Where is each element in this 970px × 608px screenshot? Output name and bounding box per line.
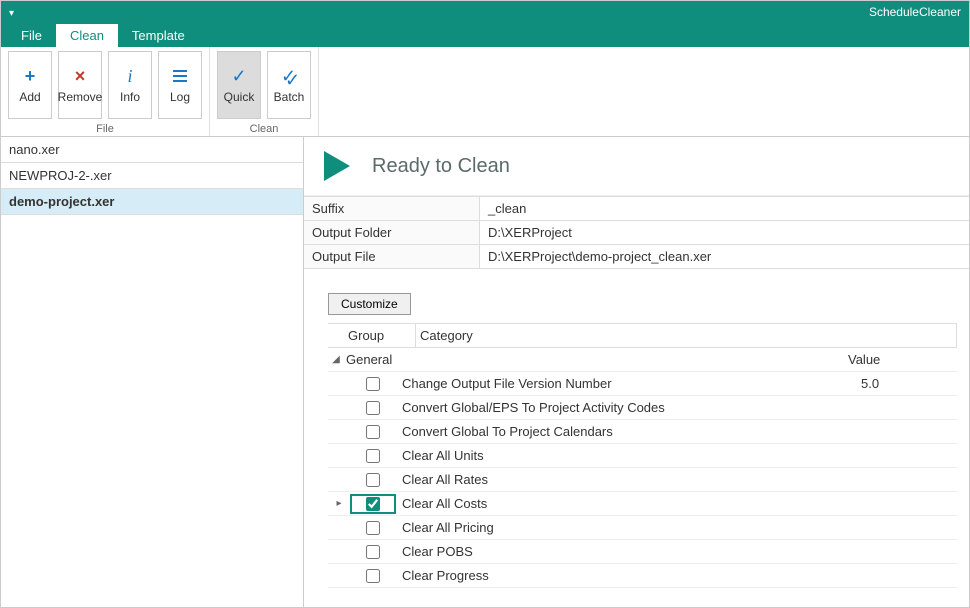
option-checkbox[interactable]: [366, 425, 380, 439]
option-checkbox[interactable]: [366, 545, 380, 559]
option-label: Clear All Rates: [396, 472, 857, 487]
prop-suffix-label: Suffix: [304, 197, 480, 220]
grid-value-header: Value: [844, 352, 944, 367]
check-icon: ✓: [229, 66, 249, 86]
prop-output-file-value[interactable]: D:\XERProject\demo-project_clean.xer: [480, 245, 969, 268]
grid-group-general[interactable]: ◢ General Value: [328, 348, 957, 372]
option-checkbox[interactable]: [366, 449, 380, 463]
ribbon-group-file-label: File: [96, 121, 114, 137]
option-label: Change Output File Version Number: [396, 376, 857, 391]
grid-row[interactable]: Clear Progress: [328, 564, 957, 588]
grid-header-category: Category: [416, 324, 957, 347]
file-item-demo[interactable]: demo-project.xer: [1, 189, 303, 215]
option-label: Clear Progress: [396, 568, 857, 583]
file-item-newproj[interactable]: NEWPROJ-2-.xer: [1, 163, 303, 189]
ribbon-group-file: + Add × Remove i Info Log File: [1, 47, 210, 136]
grid-group-general-label: General: [344, 352, 844, 367]
checkbox-wrap: [350, 425, 396, 439]
qat-dropdown-icon[interactable]: [9, 5, 14, 19]
prop-output-file-label: Output File: [304, 245, 480, 268]
expand-icon[interactable]: ▸: [328, 498, 350, 509]
batch-button-label: Batch: [274, 90, 305, 104]
remove-button[interactable]: × Remove: [58, 51, 102, 119]
checkbox-wrap: [350, 473, 396, 487]
batch-button[interactable]: ✓ ✓ Batch: [267, 51, 311, 119]
info-button-label: Info: [120, 90, 140, 104]
play-icon[interactable]: [320, 149, 354, 183]
grid-row[interactable]: Clear POBS: [328, 540, 957, 564]
prop-suffix-value[interactable]: _clean: [480, 197, 969, 220]
option-label: Clear All Units: [396, 448, 857, 463]
grid-row[interactable]: Convert Global/EPS To Project Activity C…: [328, 396, 957, 420]
option-checkbox[interactable]: [366, 377, 380, 391]
log-button-label: Log: [170, 90, 190, 104]
remove-button-label: Remove: [58, 90, 103, 104]
prop-output-file: Output File D:\XERProject\demo-project_c…: [304, 245, 969, 269]
option-checkbox[interactable]: [366, 569, 380, 583]
option-label: Clear POBS: [396, 544, 857, 559]
log-icon: [170, 66, 190, 86]
option-label: Convert Global To Project Calendars: [396, 424, 857, 439]
checkbox-wrap: [350, 494, 396, 514]
option-checkbox[interactable]: [366, 521, 380, 535]
grid-row[interactable]: Clear All Pricing: [328, 516, 957, 540]
grid-row[interactable]: ▸ Clear All Costs: [328, 492, 957, 516]
checkbox-wrap: [350, 521, 396, 535]
grid-row[interactable]: Change Output File Version Number5.0: [328, 372, 957, 396]
checkbox-wrap: [350, 401, 396, 415]
prop-output-folder-label: Output Folder: [304, 221, 480, 244]
grid-header-group: Group: [344, 324, 416, 347]
tab-template[interactable]: Template: [118, 24, 199, 47]
option-label: Convert Global/EPS To Project Activity C…: [396, 400, 857, 415]
option-checkbox[interactable]: [366, 473, 380, 487]
checkbox-wrap: [350, 569, 396, 583]
customize-button[interactable]: Customize: [328, 293, 411, 315]
plus-icon: +: [20, 66, 40, 86]
quick-button[interactable]: ✓ Quick: [217, 51, 261, 119]
ribbon-group-clean: ✓ Quick ✓ ✓ Batch Clean: [210, 47, 319, 136]
add-button-label: Add: [19, 90, 40, 104]
details-pane: Ready to Clean Suffix _clean Output Fold…: [304, 137, 969, 607]
checkbox-wrap: [350, 377, 396, 391]
ribbon-group-clean-label: Clean: [250, 121, 279, 137]
prop-output-folder: Output Folder D:\XERProject: [304, 221, 969, 245]
options-grid: Group Category ◢ General Value Change Ou…: [328, 323, 957, 588]
info-button[interactable]: i Info: [108, 51, 152, 119]
tab-file[interactable]: File: [7, 24, 56, 47]
option-label: Clear All Costs: [396, 496, 857, 511]
file-list: nano.xer NEWPROJ-2-.xer demo-project.xer: [1, 137, 304, 607]
quick-button-label: Quick: [224, 90, 255, 104]
prop-suffix: Suffix _clean: [304, 197, 969, 221]
tab-clean[interactable]: Clean: [56, 24, 118, 47]
x-icon: ×: [70, 66, 90, 86]
menu-tabs: File Clean Template: [1, 23, 969, 47]
grid-row[interactable]: Convert Global To Project Calendars: [328, 420, 957, 444]
properties-table: Suffix _clean Output Folder D:\XERProjec…: [304, 196, 969, 269]
collapse-icon[interactable]: ◢: [328, 354, 344, 365]
checkbox-wrap: [350, 545, 396, 559]
checkbox-wrap: [350, 449, 396, 463]
add-button[interactable]: + Add: [8, 51, 52, 119]
log-button[interactable]: Log: [158, 51, 202, 119]
option-checkbox[interactable]: [366, 401, 380, 415]
ribbon: + Add × Remove i Info Log File ✓: [1, 47, 969, 137]
grid-row[interactable]: Clear All Units: [328, 444, 957, 468]
grid-row[interactable]: Clear All Rates: [328, 468, 957, 492]
option-value: 5.0: [857, 376, 957, 391]
grid-header: Group Category: [328, 324, 957, 348]
prop-output-folder-value[interactable]: D:\XERProject: [480, 221, 969, 244]
option-label: Clear All Pricing: [396, 520, 857, 535]
option-checkbox[interactable]: [366, 497, 380, 511]
file-item-nano[interactable]: nano.xer: [1, 137, 303, 163]
ready-title: Ready to Clean: [372, 155, 510, 178]
multi-check-icon: ✓ ✓: [279, 66, 299, 86]
info-icon: i: [120, 66, 140, 86]
app-title: ScheduleCleaner: [869, 5, 961, 19]
